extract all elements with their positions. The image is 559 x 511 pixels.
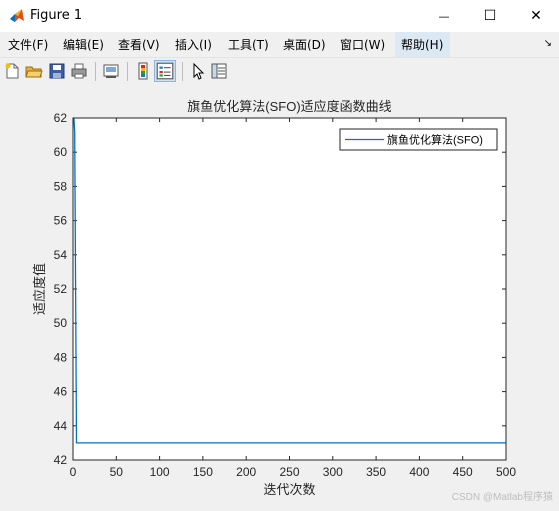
print-icon[interactable] (70, 62, 88, 80)
maximize-button[interactable]: ☐ (467, 0, 513, 32)
toolbar-separator (127, 62, 128, 81)
y-tick-label: 56 (54, 214, 68, 228)
figure-canvas: 0 50 100 150 200 250 300 350 400 450 500 42 44 46 48 50… (0, 85, 559, 507)
save-icon[interactable] (48, 62, 66, 80)
y-tick-label: 62 (54, 111, 68, 125)
toolbar (0, 57, 559, 85)
x-tick-label: 0 (70, 465, 77, 479)
y-tick-label: 44 (54, 419, 68, 433)
watermark-text: CSDN @Matlab程序猿 (452, 490, 553, 503)
close-icon: ✕ (530, 8, 542, 24)
legend-label: 旗鱼优化算法(SFO) (387, 133, 483, 147)
menu-insert[interactable]: 插入(I) (175, 36, 212, 53)
close-button[interactable]: ✕ (513, 0, 559, 32)
x-tick-label: 350 (366, 465, 386, 479)
menu-bar: 文件(F) 编辑(E) 查看(V) 插入(I) 工具(T) 桌面(D) 窗口(W… (0, 32, 559, 57)
x-tick-label: 250 (279, 465, 299, 479)
y-tick-label: 58 (54, 179, 68, 193)
x-tick-label: 500 (496, 465, 516, 479)
y-tick-label: 60 (54, 145, 68, 159)
menu-view[interactable]: 查看(V) (118, 36, 160, 53)
title-bar: Figure 1 — ☐ ✕ (0, 0, 559, 32)
x-tick-label: 200 (236, 465, 256, 479)
insert-colorbar-icon[interactable] (134, 62, 152, 80)
minimize-button[interactable]: — (421, 0, 467, 32)
y-tick-label: 42 (54, 453, 68, 467)
window-title: Figure 1 (30, 8, 83, 23)
y-tick-label: 52 (54, 282, 68, 296)
y-tick-label: 50 (54, 316, 68, 330)
menu-file[interactable]: 文件(F) (8, 36, 48, 53)
open-file-icon[interactable] (25, 62, 43, 80)
x-tick-label: 50 (110, 465, 124, 479)
chart-title: 旗鱼优化算法(SFO)适应度函数曲线 (187, 99, 391, 114)
toolbar-separator (182, 62, 183, 81)
pointer-icon[interactable] (189, 62, 207, 80)
matlab-logo-icon (10, 9, 24, 22)
x-tick-label: 300 (323, 465, 343, 479)
legend[interactable]: 旗鱼优化算法(SFO) (339, 128, 498, 151)
new-figure-icon[interactable] (3, 62, 21, 80)
y-tick-label: 46 (54, 385, 68, 399)
menu-help[interactable]: 帮助(H) (395, 32, 451, 57)
y-axis-label: 适应度值 (32, 263, 47, 315)
toolbar-separator (95, 62, 96, 81)
property-inspector-icon[interactable] (210, 62, 228, 80)
menu-overflow-icon[interactable]: ↘ (544, 38, 552, 49)
menu-tools[interactable]: 工具(T) (228, 36, 269, 53)
y-tick-label: 48 (54, 350, 68, 364)
axes-background[interactable] (73, 118, 506, 460)
x-tick-label: 100 (150, 465, 170, 479)
menu-edit[interactable]: 编辑(E) (63, 36, 104, 53)
link-plot-icon[interactable] (102, 62, 120, 80)
x-tick-label: 450 (453, 465, 473, 479)
fitness-curve-plot: 0 50 100 150 200 250 300 350 400 450 500 42 44 46 48 50… (32, 99, 553, 503)
menu-window[interactable]: 窗口(W) (340, 36, 385, 53)
x-axis-label: 迭代次数 (263, 482, 315, 497)
insert-legend-icon[interactable] (154, 60, 176, 82)
x-tick-label: 150 (193, 465, 213, 479)
maximize-icon: ☐ (483, 8, 497, 24)
x-tick-label: 400 (409, 465, 429, 479)
y-tick-label: 54 (54, 248, 68, 262)
menu-desktop[interactable]: 桌面(D) (283, 36, 326, 53)
minimize-icon: — (438, 9, 450, 23)
